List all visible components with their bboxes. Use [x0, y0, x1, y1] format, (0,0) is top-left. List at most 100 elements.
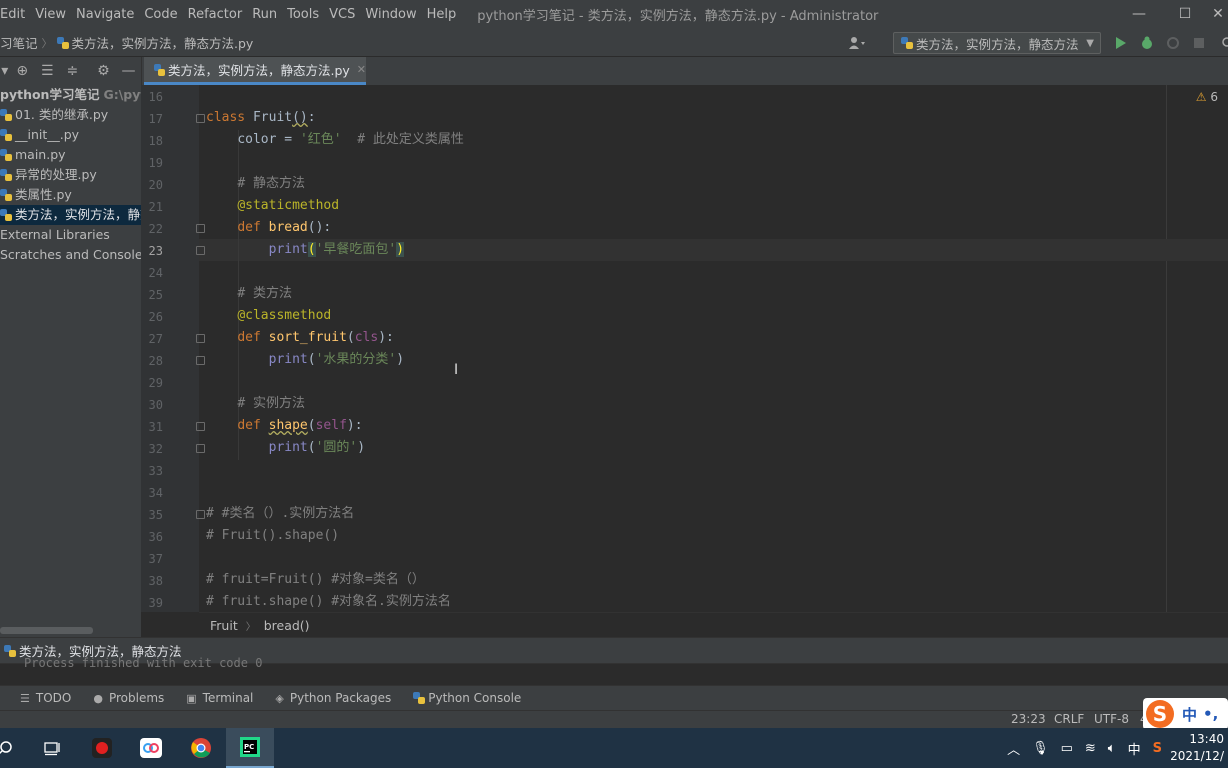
recorder-app-icon[interactable]: [78, 728, 126, 768]
tree-file-selected[interactable]: 类方法，实例方法，静态方法.py: [0, 205, 141, 225]
inspection-widget[interactable]: ⚠ 6: [1196, 90, 1218, 104]
run-icon[interactable]: [1112, 34, 1130, 52]
tree-file[interactable]: __init__.py: [0, 125, 141, 145]
user-icon[interactable]: [848, 34, 866, 52]
line-number: 27: [148, 332, 163, 346]
tree-file[interactable]: 类属性.py: [0, 185, 141, 205]
close-window-icon[interactable]: ✕: [1208, 0, 1228, 29]
warning-icon: ⚠: [1195, 90, 1207, 104]
fold-marker-icon[interactable]: [196, 224, 205, 233]
menu-code[interactable]: Code: [139, 7, 182, 22]
tree-file-label: 01. 类的继承.py: [15, 107, 109, 122]
pycharm-icon[interactable]: PC: [226, 728, 274, 768]
run-console[interactable]: Process finished with exit code 0: [0, 656, 1228, 685]
tool-window-problems[interactable]: ● Problems: [93, 691, 164, 705]
menu-navigate[interactable]: Navigate: [71, 7, 139, 22]
run-configuration-select[interactable]: 类方法，实例方法，静态方法 ▼: [893, 32, 1101, 54]
menu-tools[interactable]: Tools: [282, 7, 324, 22]
line-separator[interactable]: CRLF: [1054, 712, 1084, 726]
menu-refactor[interactable]: Refactor: [183, 7, 248, 22]
fold-marker-icon[interactable]: [196, 114, 205, 123]
fold-marker-icon[interactable]: [196, 246, 205, 255]
file-encoding[interactable]: UTF-8: [1094, 712, 1129, 726]
battery-icon[interactable]: ▭: [1061, 741, 1073, 756]
volume-icon[interactable]: 🔈︎: [1108, 741, 1116, 756]
tree-file[interactable]: 01. 类的继承.py: [0, 105, 141, 125]
code-token: # Fruit().shape(): [206, 528, 340, 543]
tree-external-libraries[interactable]: External Libraries: [0, 225, 141, 245]
hide-panel-icon[interactable]: —: [116, 63, 141, 79]
ime-toolbar[interactable]: S 中 •,: [1143, 698, 1228, 730]
code-token: # #类名（）.实例方法名: [206, 506, 355, 521]
code-token: def: [237, 220, 261, 235]
fold-marker-icon[interactable]: [196, 510, 205, 519]
code-line-32: print('圆的'): [268, 440, 366, 455]
chrome-icon[interactable]: [177, 728, 225, 768]
editor-error-stripe[interactable]: [1166, 85, 1228, 612]
tree-scratches[interactable]: Scratches and Consoles: [0, 245, 141, 265]
tree-file[interactable]: 异常的处理.py: [0, 165, 141, 185]
line-number: 35: [148, 508, 163, 522]
line-number: 25: [148, 288, 163, 302]
input-language[interactable]: 中: [1128, 739, 1141, 758]
gear-icon[interactable]: ⚙: [91, 63, 116, 79]
task-view-icon[interactable]: [28, 728, 76, 768]
menu-edit[interactable]: Edit: [0, 7, 30, 22]
fold-marker-icon[interactable]: [196, 356, 205, 365]
clock-date: 2021/12/: [1170, 749, 1224, 763]
sogou-tray-icon[interactable]: S: [1153, 741, 1162, 756]
line-number: 19: [148, 156, 163, 170]
code-line-27: def sort_fruit(cls):: [237, 330, 394, 345]
fold-marker-icon[interactable]: [196, 444, 205, 453]
tool-window-terminal[interactable]: ▣ Terminal: [186, 691, 253, 705]
fold-marker-icon[interactable]: [196, 422, 205, 431]
baidu-netdisk-icon[interactable]: [127, 728, 175, 768]
clock[interactable]: 13:40 2021/12/: [1170, 731, 1224, 765]
coverage-icon[interactable]: [1164, 34, 1182, 52]
code-line-23: print('早餐吃面包'): [268, 242, 405, 257]
menu-window[interactable]: Window: [360, 7, 421, 22]
code-line-35: # #类名（）.实例方法名: [206, 503, 354, 525]
line-number: 39: [148, 596, 163, 610]
tool-window-python-packages[interactable]: ◈ Python Packages: [275, 691, 391, 705]
code-token: # fruit.shape() #对象名.实例方法名: [206, 594, 451, 609]
breadcrumb-method[interactable]: bread(): [264, 618, 310, 633]
tree-file[interactable]: main.py: [0, 145, 141, 165]
menu-view[interactable]: View: [30, 7, 71, 22]
expand-all-icon[interactable]: ☰: [35, 63, 60, 79]
minimize-icon[interactable]: —: [1116, 0, 1162, 29]
chevron-up-icon[interactable]: ︿: [1007, 739, 1020, 758]
external-libraries-label: External Libraries: [0, 227, 110, 242]
search-everywhere-icon[interactable]: [1216, 34, 1228, 52]
collapse-all-icon[interactable]: ≑: [60, 63, 85, 79]
menu-vcs[interactable]: VCS: [324, 7, 360, 22]
nav-crumb-file[interactable]: 类方法，实例方法，静态方法.py: [72, 33, 254, 52]
fold-marker-icon[interactable]: [196, 334, 205, 343]
dropdown-arrow-icon[interactable]: ▾: [0, 63, 10, 79]
code-token: # 此处定义类属性: [357, 132, 464, 147]
caret-position[interactable]: 23:23: [1011, 712, 1046, 726]
microphone-icon[interactable]: 🎙︎: [1032, 741, 1049, 756]
menu-run[interactable]: Run: [247, 7, 282, 22]
code-line-30: # 实例方法: [206, 393, 305, 415]
locate-file-icon[interactable]: ⊕: [10, 63, 35, 79]
line-number: 18: [148, 134, 163, 148]
nav-crumb-project[interactable]: 习笔记: [0, 33, 38, 52]
stop-icon[interactable]: [1190, 34, 1208, 52]
search-icon[interactable]: [0, 728, 20, 768]
close-tab-icon[interactable]: ✕: [357, 63, 366, 76]
breadcrumb-class[interactable]: Fruit: [210, 618, 238, 633]
menu-help[interactable]: Help: [422, 7, 462, 22]
tree-project-root[interactable]: python学习笔记G:\pytho: [0, 85, 141, 105]
line-number: 28: [148, 354, 163, 368]
code-token: '早餐吃面包': [315, 242, 397, 257]
line-number: 21: [148, 200, 163, 214]
maximize-icon[interactable]: ☐: [1162, 0, 1208, 29]
code-line-31: def shape(self):: [237, 418, 363, 433]
editor-tab-active[interactable]: 类方法，实例方法，静态方法.py ✕: [144, 57, 366, 85]
wifi-icon[interactable]: ≋: [1085, 741, 1096, 756]
tool-window-todo[interactable]: ☰ TODO: [20, 691, 71, 705]
tool-window-python-console[interactable]: Python Console: [413, 691, 521, 705]
debug-icon[interactable]: [1138, 34, 1156, 52]
project-scrollbar[interactable]: [0, 627, 93, 634]
